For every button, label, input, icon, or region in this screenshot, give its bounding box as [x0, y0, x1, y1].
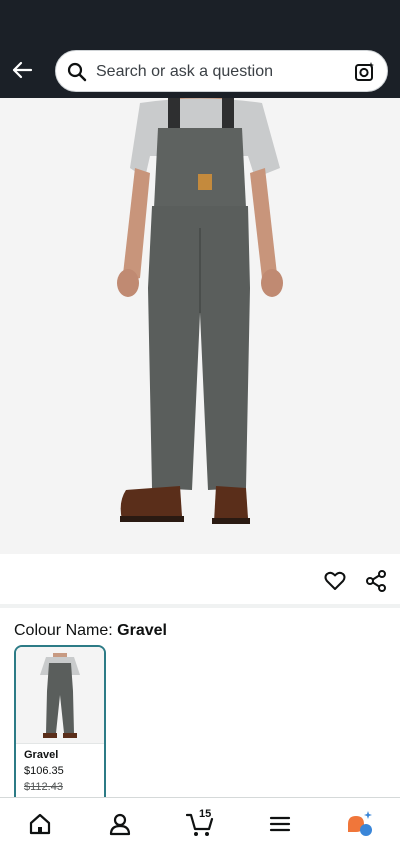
brand-patch — [198, 174, 212, 190]
nav-rufus[interactable] — [346, 810, 374, 838]
search-bar[interactable]: Search or ask a question — [55, 50, 388, 92]
colour-swatch-gravel[interactable]: Gravel $106.35 $112.43 — [14, 645, 106, 805]
colour-name: Colour Name: Gravel — [14, 622, 167, 640]
cart-count: 15 — [199, 808, 212, 820]
back-button[interactable] — [8, 56, 36, 84]
overalls-photo — [117, 98, 283, 524]
account-icon — [109, 813, 131, 836]
home-icon — [29, 813, 51, 835]
share-icon[interactable] — [365, 570, 387, 592]
back-arrow-icon — [12, 61, 33, 79]
top-header: Search or ask a question — [0, 0, 400, 98]
nav-cart[interactable]: 15 — [185, 808, 214, 838]
swatch-old-price: $112.43 — [24, 781, 63, 793]
image-actions-bar — [0, 554, 400, 608]
swatch-name: Gravel — [24, 749, 59, 761]
swatch-thumbnail — [16, 647, 104, 744]
search-icon — [67, 62, 87, 82]
swatch-price: $106.35 — [24, 765, 64, 777]
camera-search-icon[interactable] — [354, 61, 376, 83]
rufus-icon — [348, 811, 372, 836]
product-image[interactable] — [0, 98, 400, 554]
nav-account[interactable] — [106, 810, 134, 838]
colour-name-value: Gravel — [117, 622, 167, 639]
menu-icon — [269, 816, 291, 832]
colour-name-label: Colour Name: — [14, 622, 113, 639]
heart-icon[interactable] — [324, 570, 346, 592]
nav-menu[interactable] — [266, 810, 294, 838]
bottom-navigation: 15 — [0, 797, 400, 868]
search-placeholder[interactable]: Search or ask a question — [96, 62, 273, 82]
nav-home[interactable] — [26, 810, 54, 838]
